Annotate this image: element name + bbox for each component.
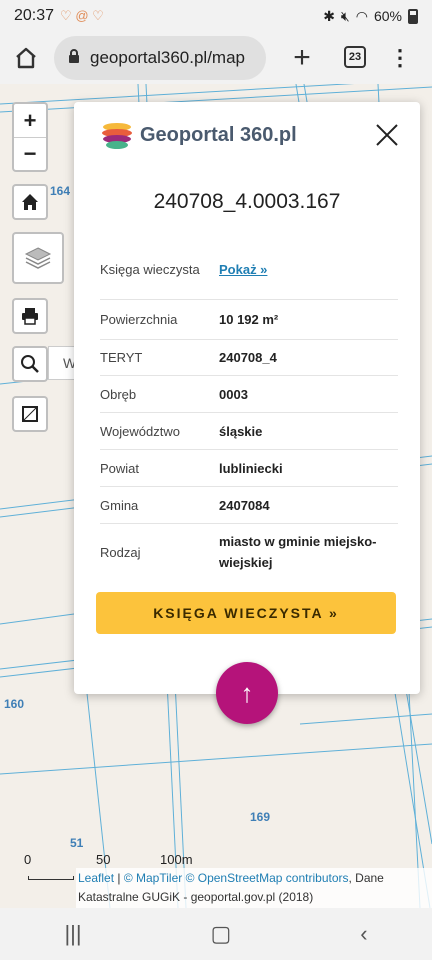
scale-bar [28,876,74,880]
layers-icon [24,247,52,269]
land-register-label: KSIĘGA WIECZYSTA » [153,605,339,621]
logo-text: Geoportal 360.pl [140,123,297,146]
row-value: miasto w gminie miejsko-wiejskiej [219,534,377,570]
row-key: Rodzaj [100,544,141,560]
browser-toolbar: geoportal360.pl/map + 23 ⋮ [0,32,432,84]
zoom-in-icon: + [23,107,37,133]
tabs-button[interactable]: 23 [344,46,366,68]
browser-menu-button[interactable]: ⋮ [388,38,412,78]
row-key: TERYT [100,350,143,365]
row-value: 0003 [219,386,248,402]
row-value: 10 192 m² [219,312,279,327]
zoom-out-button[interactable]: − [14,137,46,170]
row-gmina: Gmina 2407084 [100,487,398,524]
leaflet-link[interactable]: Leaflet [78,871,114,885]
parcel-label: 169 [250,810,271,824]
geoportal-logo: Geoportal 360.pl [100,118,297,152]
plus-icon: + [293,41,311,74]
row-key: Obręb [100,386,137,402]
status-bar: 20:37 ♡ @ ♡ ✱ 🔇︎ ◠ 60% [0,0,432,32]
parcel-label: 160 [4,697,25,711]
row-powiat: Powiat lubliniecki [100,450,398,487]
system-nav-bar: ||| ▢ ‹ [0,908,432,960]
lock-icon [68,48,80,68]
wifi-icon: ◠ [355,7,368,24]
show-link[interactable]: Pokaż » [219,262,267,277]
parcel-info-popup: Geoportal 360.pl 240708_4.0003.167 Księg… [74,102,420,694]
layers-button[interactable] [12,232,64,284]
logo-mark-icon [102,123,132,149]
arrow-up-icon: ↑ [240,677,254,708]
back-icon[interactable]: ‹ [360,921,367,947]
land-register-button[interactable]: KSIĘGA WIECZYSTA » [96,592,396,634]
row-key: Księga wieczysta [100,262,200,277]
row-ksiega: Księga wieczysta Pokaż » [100,240,398,300]
print-icon [22,308,38,325]
new-tab-button[interactable]: + [282,34,322,82]
zoom-in-button[interactable]: + [14,104,46,137]
status-time: 20:37 [14,7,55,24]
parcel-label: 164 [50,184,71,198]
row-value: 2407084 [219,497,270,513]
scale-label: 0 [24,852,32,867]
row-value: lubliniecki [219,460,283,476]
search-icon [21,355,39,373]
recents-icon[interactable]: ||| [64,921,81,947]
more-icon: ⋮ [389,45,411,70]
maptiler-link[interactable]: © MapTiler [124,871,182,885]
row-area: Powierzchnia 10 192 m² [100,300,398,340]
measure-button[interactable] [12,396,48,432]
home-icon [16,47,36,69]
close-icon [376,124,398,146]
row-key: Powiat [100,460,140,476]
row-teryt: TERYT 240708_4 [100,340,398,376]
tab-count: 23 [348,51,362,63]
row-obreb: Obręb 0003 [100,376,398,413]
url-text: geoportal360.pl/map [90,48,246,67]
parcel-attributes: Księga wieczysta Pokaż » Powierzchnia 10… [100,240,398,580]
mute-icon: 🔇︎ [340,7,350,24]
home-view-button[interactable] [12,184,48,220]
row-value: 240708_4 [219,350,277,365]
scroll-top-button[interactable]: ↑ [216,662,278,724]
bluetooth-icon: ✱ [323,7,335,24]
parcel-id: 240708_4.0003.167 [153,190,341,213]
battery-icon [408,8,418,24]
map-attribution: Leaflet | © MapTiler © OpenStreetMap con… [76,868,432,908]
print-button[interactable] [12,298,48,334]
measure-icon [22,406,38,422]
row-key: Gmina [100,497,139,513]
row-value: śląskie [219,423,263,439]
popup-close-button[interactable] [374,122,400,148]
search-button[interactable] [12,346,48,382]
zoom-control: + − [12,102,48,172]
battery-text: 60% [373,8,402,24]
row-rodzaj: Rodzaj miasto w gminie miejsko-wiejskiej [100,524,398,580]
notification-icons: ♡ @ ♡ [60,8,104,23]
home-icon [22,194,38,210]
address-bar[interactable]: geoportal360.pl/map [54,36,266,80]
row-key: Województwo [100,423,180,439]
browser-home-button[interactable] [0,32,52,84]
zoom-out-icon: − [23,141,37,166]
row-wojewodztwo: Województwo śląskie [100,413,398,450]
home-nav-icon[interactable]: ▢ [211,921,232,947]
row-key: Powierzchnia [100,312,178,327]
scale-label: 50 [96,852,111,867]
osm-link[interactable]: © OpenStreetMap contributors [186,871,349,885]
scale-label: 100m [160,852,193,867]
parcel-label: 51 [70,836,84,850]
